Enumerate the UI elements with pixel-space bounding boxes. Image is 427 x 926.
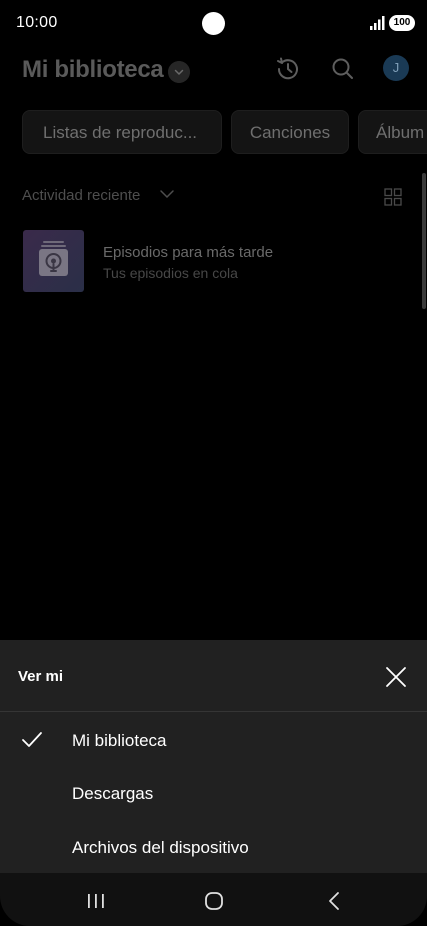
chevron-down-icon[interactable]: [158, 185, 176, 203]
chip-songs[interactable]: Canciones: [231, 110, 349, 154]
chevron-down-icon[interactable]: [168, 61, 190, 83]
battery-icon: 100: [389, 15, 415, 31]
recent-apps-icon[interactable]: [86, 893, 106, 909]
option-mi-biblioteca[interactable]: Mi biblioteca: [72, 731, 167, 751]
camera-cutout: [202, 12, 225, 35]
history-icon[interactable]: [274, 55, 302, 83]
chip-playlists[interactable]: Listas de reproduc...: [22, 110, 222, 154]
page-title[interactable]: Mi biblioteca: [22, 56, 164, 84]
divider: [0, 711, 427, 712]
close-icon[interactable]: [383, 664, 409, 690]
chip-albums[interactable]: Álbum: [358, 110, 427, 154]
home-icon[interactable]: [204, 891, 224, 911]
sheet-title: Ver mi: [18, 668, 64, 685]
check-icon: [22, 732, 42, 747]
status-time: 10:00: [16, 14, 58, 31]
option-archivos-dispositivo[interactable]: Archivos del dispositivo: [72, 838, 249, 858]
back-icon[interactable]: [327, 891, 341, 911]
podcast-icon: [39, 241, 68, 276]
status-bar: 10:00 100: [0, 0, 427, 46]
item-title: Episodios para más tarde: [103, 244, 274, 261]
item-subtitle: Tus episodios en cola: [103, 265, 238, 281]
view-bottom-sheet: Ver mi Mi biblioteca Descargas Archivos …: [0, 640, 427, 873]
signal-icon: [370, 16, 385, 30]
podcast-queue-thumbnail: [23, 230, 84, 292]
sort-label[interactable]: Actividad reciente: [22, 187, 140, 204]
search-icon[interactable]: [329, 55, 357, 83]
grid-view-icon[interactable]: [384, 188, 402, 206]
option-descargas[interactable]: Descargas: [72, 784, 153, 804]
avatar[interactable]: J: [383, 55, 409, 81]
scrollbar[interactable]: [422, 173, 426, 309]
phone-screen: 10:00 100 Mi biblioteca J Listas de repr…: [0, 0, 427, 926]
